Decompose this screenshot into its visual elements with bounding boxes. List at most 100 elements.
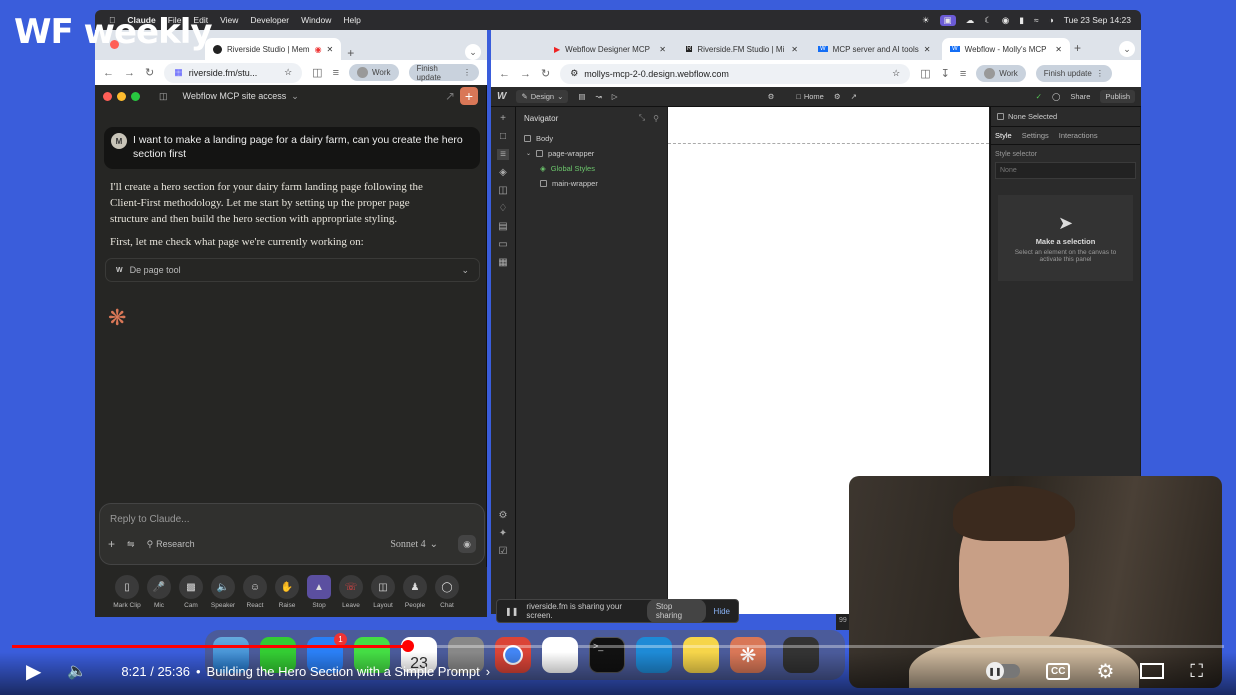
pages-icon[interactable]: □	[500, 131, 506, 142]
cam-button[interactable]: ▩ Cam	[176, 575, 206, 609]
control-center-icon[interactable]: ◑	[1049, 15, 1054, 25]
download-icon[interactable]: ↧	[941, 67, 950, 80]
settings-gear-icon[interactable]: ⚙	[768, 92, 775, 101]
media-icon[interactable]: ≡	[960, 68, 966, 80]
close-window-icon[interactable]	[103, 91, 112, 101]
share-arrow-icon[interactable]: ↗	[445, 89, 455, 103]
raise-hand-button[interactable]: ✋ Raise	[272, 575, 302, 609]
bookmark-star-icon[interactable]: ☆	[892, 68, 900, 79]
bookmark-star-icon[interactable]: ☆	[284, 67, 292, 78]
voice-mode-icon[interactable]: ◉	[458, 535, 476, 553]
tab-mcp-server[interactable]: W MCP server and AI tools ✕	[810, 38, 938, 60]
status-sun-icon[interactable]: ☀	[922, 15, 930, 26]
people-button[interactable]: ♟ People	[400, 575, 430, 609]
mode-selector[interactable]: ✎ Design ⌄	[516, 90, 569, 103]
play-icon[interactable]: ▶	[26, 659, 41, 684]
speaker-button[interactable]: 🔈 Speaker	[208, 575, 238, 609]
nav-item-main-wrapper[interactable]: main-wrapper	[524, 176, 659, 191]
tool-call-block[interactable]: W De page tool ⌄	[105, 258, 480, 282]
status-screen-icon[interactable]: ▣	[939, 14, 956, 26]
back-icon[interactable]: ←	[499, 68, 510, 80]
address-bar[interactable]: ⚙ mollys-mcp-2-0.design.webflow.com ☆	[560, 63, 911, 84]
finish-update-button[interactable]: Finish update ⋮	[1035, 65, 1112, 82]
chevron-right-icon[interactable]: ›	[486, 664, 490, 679]
forward-icon[interactable]: →	[124, 67, 135, 79]
tab-close-icon[interactable]: ✕	[924, 45, 931, 54]
tab-riverside-studio[interactable]: R Riverside.FM Studio | Mi ✕	[678, 38, 806, 60]
site-info-icon[interactable]: ▦	[174, 67, 183, 78]
tab-list-icon[interactable]: ⌄	[1119, 41, 1135, 57]
new-chat-button[interactable]: +	[460, 87, 478, 105]
preview-play-icon[interactable]: ▷	[612, 92, 618, 101]
mic-button[interactable]: 🎤 Mic	[144, 575, 174, 609]
volume-icon[interactable]: 🔈	[67, 661, 87, 681]
back-icon[interactable]: ←	[103, 67, 114, 79]
page-settings-icon[interactable]: ⚙	[834, 92, 841, 101]
components-icon[interactable]: ◈	[499, 167, 507, 178]
variables-icon[interactable]: ◫	[498, 185, 507, 196]
nav-item-body[interactable]: Body	[524, 131, 659, 146]
page-selector[interactable]: □ Home	[796, 92, 824, 101]
react-button[interactable]: ☺ React	[240, 575, 270, 609]
status-record-icon[interactable]: ◉	[1002, 15, 1009, 26]
tab-webflow-mollys-mcp[interactable]: W Webflow - Molly's MCP ✕	[942, 38, 1070, 60]
nav-item-page-wrapper[interactable]: ⌄ page-wrapper	[524, 146, 659, 161]
conversation-title[interactable]: Webflow MCP site access	[183, 91, 287, 101]
chevron-down-icon[interactable]: ⌄	[291, 91, 299, 102]
add-attachment-icon[interactable]: +	[108, 537, 115, 551]
battery-icon[interactable]: ▮	[1019, 15, 1024, 26]
site-info-icon[interactable]: ⚙	[570, 68, 578, 79]
settings-gear-icon[interactable]: ⚙	[1096, 659, 1114, 684]
tab-style[interactable]: Style	[995, 131, 1012, 140]
tab-list-icon[interactable]: ⌄	[465, 44, 481, 60]
status-cloud-icon[interactable]: ☁	[966, 15, 975, 26]
cms-icon[interactable]: ▤	[578, 92, 585, 101]
apps-icon[interactable]: ▦	[498, 257, 507, 268]
reload-icon[interactable]: ↻	[541, 67, 550, 80]
theater-mode-icon[interactable]	[1140, 663, 1165, 679]
stop-share-button[interactable]: ▲ Stop	[304, 575, 334, 609]
tab-interactions[interactable]: Interactions	[1059, 131, 1098, 140]
tab-settings[interactable]: Settings	[1022, 131, 1049, 140]
chevron-down-icon[interactable]: ⌄	[461, 265, 469, 276]
assets-icon[interactable]: ▤	[498, 221, 507, 232]
stop-sharing-button[interactable]: Stop sharing	[646, 599, 706, 623]
research-button[interactable]: ⚲ Research	[147, 539, 195, 550]
reload-icon[interactable]: ↻	[145, 66, 154, 79]
menu-help[interactable]: Help	[343, 15, 360, 25]
tab-close-icon[interactable]: ✕	[659, 45, 666, 54]
status-moon-icon[interactable]: ☾	[984, 15, 992, 26]
comments-icon[interactable]: ◯	[1052, 92, 1060, 101]
model-selector[interactable]: Sonnet 4 ⌄	[390, 539, 438, 550]
finish-update-button[interactable]: Finish update ⋮	[408, 64, 479, 82]
new-tab-icon[interactable]: +	[347, 46, 354, 60]
extensions-icon[interactable]: ◫	[920, 67, 930, 80]
new-tab-icon[interactable]: +	[1074, 41, 1081, 55]
media-icon[interactable]: ≡	[333, 67, 339, 79]
webflow-logo-icon[interactable]: W	[497, 91, 506, 102]
fullscreen-icon[interactable]: ⛶	[1190, 661, 1203, 682]
layout-button[interactable]: ◫ Layout	[368, 575, 398, 609]
tools-sliders-icon[interactable]: ⇋	[127, 539, 135, 550]
audit-check-icon[interactable]: ☑	[499, 546, 508, 557]
navigator-icon[interactable]: ≡	[497, 149, 509, 160]
tab-close-icon[interactable]: ✕	[327, 45, 334, 54]
autoplay-toggle[interactable]: ❚❚	[986, 662, 1020, 680]
collapse-icon[interactable]: ⤡	[639, 113, 645, 123]
mark-clip-button[interactable]: ▯ Mark Clip	[112, 575, 142, 609]
share-button[interactable]: Share	[1070, 92, 1090, 101]
pin-icon[interactable]: ⚲	[653, 114, 659, 123]
hide-button[interactable]: Hide	[714, 607, 730, 616]
chapter-title[interactable]: Building the Hero Section with a Simple …	[207, 664, 480, 679]
leave-button[interactable]: ☏ Leave	[336, 575, 366, 609]
address-bar[interactable]: ▦ riverside.fm/stu... ☆	[164, 62, 303, 83]
nav-item-global-styles[interactable]: ◈ Global Styles	[524, 161, 659, 176]
menu-view[interactable]: View	[220, 15, 238, 25]
composer-input[interactable]: Reply to Claude...	[100, 504, 484, 525]
open-page-icon[interactable]: ↗	[851, 92, 857, 101]
menu-window[interactable]: Window	[301, 15, 331, 25]
tab-webflow-designer-mcp[interactable]: ▶ Webflow Designer MCP ✕	[546, 38, 674, 60]
profile-button[interactable]: Work	[349, 64, 399, 81]
captions-button[interactable]: CC	[1046, 662, 1071, 680]
styles-icon[interactable]: ♢	[499, 203, 508, 214]
